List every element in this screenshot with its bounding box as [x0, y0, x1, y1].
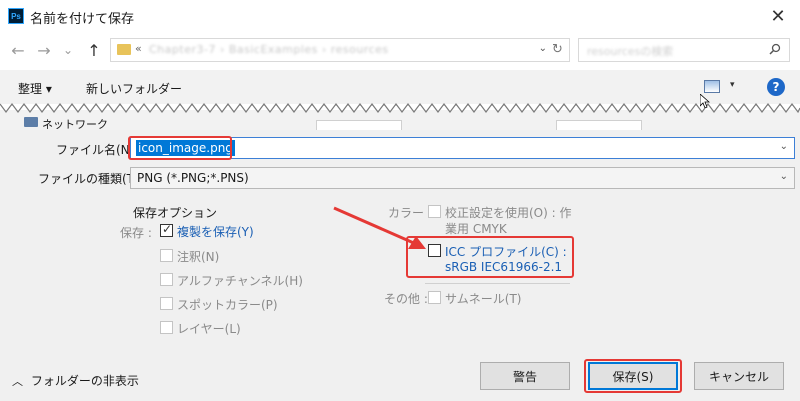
- checkmark-icon: ✓: [162, 222, 173, 236]
- alpha-channels-checkbox[interactable]: [160, 273, 173, 286]
- address-path: Chapter3-7 › BasicExamples › resources: [149, 43, 389, 56]
- layers-label: レイヤー(L): [177, 322, 241, 336]
- column-header-stub: [316, 120, 402, 130]
- alpha-channels-label: アルファチャンネル(H): [177, 274, 303, 288]
- command-toolbar: 整理 ▾ 新しいフォルダー ▾ ?: [0, 70, 800, 104]
- filename-label: ファイル名(N):: [56, 143, 139, 157]
- title-bar: Ps 名前を付けて保存 ✕: [0, 0, 800, 32]
- thumbnail-checkbox[interactable]: [428, 291, 441, 304]
- mouse-cursor-icon: [700, 94, 710, 108]
- highlight-box: [584, 359, 682, 393]
- organize-menu[interactable]: 整理 ▾: [18, 80, 52, 97]
- hide-folders-toggle[interactable]: ︿ フォルダーの非表示: [12, 372, 139, 389]
- photoshop-icon: Ps: [8, 8, 24, 24]
- search-icon[interactable]: [769, 43, 781, 55]
- help-icon[interactable]: ?: [767, 78, 785, 96]
- new-folder-button[interactable]: 新しいフォルダー: [86, 80, 182, 97]
- annotations-checkbox[interactable]: [160, 249, 173, 262]
- hide-folders-label: フォルダーの非表示: [30, 374, 139, 388]
- divider: [425, 283, 570, 284]
- address-bar[interactable]: « Chapter3-7 › BasicExamples › resources…: [110, 38, 570, 62]
- forward-button[interactable]: →: [34, 40, 54, 60]
- proof-setup-label: 校正設定を使用(O) : 作: [445, 206, 572, 220]
- proof-setup-label-line2: 業用 CMYK: [445, 222, 507, 236]
- other-label: その他 :: [384, 292, 428, 306]
- window-title: 名前を付けて保存: [30, 12, 135, 27]
- annotations-label: 注釈(N): [177, 250, 220, 264]
- network-icon: [24, 117, 38, 127]
- torn-edge-divider: [0, 103, 800, 114]
- warning-button[interactable]: 警告: [480, 362, 570, 390]
- folder-icon: [117, 44, 131, 55]
- save-options-heading: 保存オプション: [133, 206, 218, 220]
- chevron-down-icon[interactable]: ⌄: [780, 171, 788, 182]
- save-copy-checkbox[interactable]: ✓: [160, 222, 173, 237]
- layers-checkbox[interactable]: [160, 321, 173, 334]
- address-overflow[interactable]: «: [135, 42, 142, 55]
- view-dropdown-icon[interactable]: ▾: [730, 80, 735, 90]
- chevron-down-icon[interactable]: ⌄: [780, 141, 788, 152]
- navigation-bar: ← → ⌄ ↑ « Chapter3-7 › BasicExamples › r…: [0, 34, 800, 66]
- cancel-button[interactable]: キャンセル: [694, 362, 784, 390]
- chevron-up-icon: ︿: [12, 375, 23, 388]
- refresh-button[interactable]: ↻: [552, 42, 570, 60]
- save-copy-label[interactable]: 複製を保存(Y): [177, 223, 254, 240]
- address-dropdown-icon[interactable]: ⌄: [539, 43, 547, 54]
- annotation-arrow: [333, 206, 426, 249]
- highlight-box: [128, 136, 232, 160]
- filetype-value: PNG (*.PNG;*.PNS): [137, 171, 249, 185]
- filetype-select[interactable]: PNG (*.PNG;*.PNS) ⌄: [130, 167, 795, 189]
- recent-locations-button[interactable]: ⌄: [58, 40, 78, 60]
- thumbnail-label: サムネール(T): [445, 292, 522, 306]
- search-placeholder: resourcesの検索: [587, 45, 674, 58]
- filetype-label: ファイルの種類(T):: [38, 172, 143, 186]
- close-button[interactable]: ✕: [766, 4, 790, 28]
- search-input[interactable]: resourcesの検索: [578, 38, 790, 62]
- view-options-icon[interactable]: [704, 80, 720, 93]
- column-header-stub: [556, 120, 642, 130]
- spot-colors-checkbox[interactable]: [160, 297, 173, 310]
- highlight-box: [406, 236, 574, 278]
- save-label: 保存 :: [120, 226, 152, 240]
- spot-colors-label: スポットカラー(P): [177, 298, 278, 312]
- up-folder-button[interactable]: ↑: [84, 40, 104, 60]
- back-button[interactable]: ←: [8, 40, 28, 60]
